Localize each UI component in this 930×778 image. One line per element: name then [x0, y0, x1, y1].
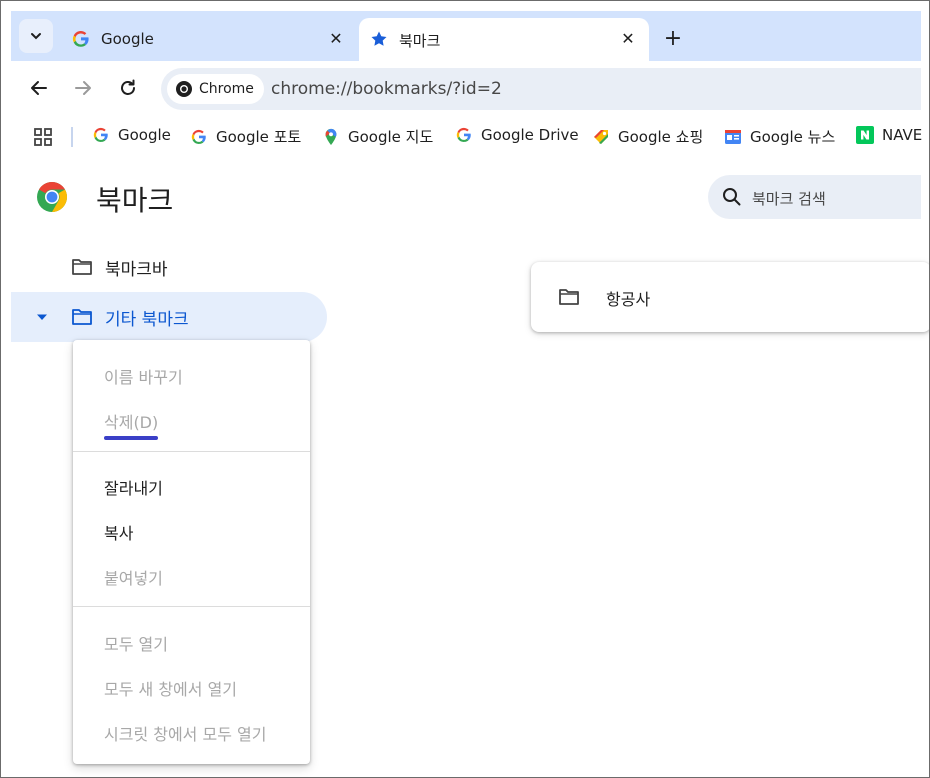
new-tab-button[interactable]: +: [659, 24, 687, 52]
reload-button[interactable]: [113, 73, 143, 103]
bookmark-list: 항공사: [531, 262, 929, 332]
tab-title: 북마크: [399, 32, 441, 50]
chrome-icon: [176, 81, 192, 97]
forward-button[interactable]: [68, 73, 98, 103]
star-icon: [369, 29, 389, 49]
chevron-down-icon: [31, 33, 41, 40]
tree-item-bookmarks-bar[interactable]: 북마크바: [11, 242, 331, 292]
folder-icon: [559, 289, 579, 305]
arrow-left-icon: [31, 81, 47, 95]
bookmark-label: NAVE: [882, 126, 923, 144]
toolbar: Chrome chrome://bookmarks/?id=2: [11, 61, 921, 117]
bookmark-google-news[interactable]: Google 뉴스: [724, 126, 835, 147]
bookmark-label: Google 뉴스: [750, 128, 836, 146]
bookmark-google[interactable]: Google: [92, 126, 171, 144]
list-item[interactable]: 항공사: [531, 262, 929, 332]
tab-strip: Google ✕ 북마크 ✕ +: [11, 11, 921, 61]
google-g-icon: [455, 126, 473, 144]
bookmark-naver[interactable]: NAVE: [856, 126, 922, 144]
menu-item-rename: 이름 바꾸기: [104, 368, 183, 387]
bookmark-google-shopping[interactable]: Google 쇼핑: [592, 126, 703, 147]
google-g-icon: [71, 29, 91, 49]
bookmark-google-maps[interactable]: Google 지도: [322, 126, 433, 147]
url-text: chrome://bookmarks/?id=2: [271, 79, 502, 99]
menu-item-delete: 삭제(D): [104, 413, 159, 432]
bookmark-google-drive[interactable]: Google Drive: [455, 126, 579, 144]
menu-divider: [73, 606, 310, 607]
page-title: 북마크: [96, 184, 174, 217]
tree-item-label: 북마크바: [105, 259, 168, 280]
tab-bookmarks[interactable]: 북마크 ✕: [359, 18, 649, 61]
menu-item-paste: 붙여넣기: [104, 569, 163, 588]
back-button[interactable]: [24, 73, 54, 103]
folder-icon: [72, 259, 92, 275]
bookmark-label: Google Drive: [481, 126, 579, 144]
search-icon: [723, 188, 741, 206]
news-icon: [724, 128, 742, 146]
focus-underline: [104, 436, 158, 440]
menu-item-copy[interactable]: 복사: [104, 520, 133, 544]
apps-grid-icon[interactable]: [33, 127, 53, 147]
menu-item-open-all-new-window: 모두 새 창에서 열기: [104, 680, 238, 699]
chrome-logo-icon: [37, 182, 68, 212]
tree-item-other-bookmarks[interactable]: 기타 북마크: [11, 292, 327, 342]
caret-down-icon[interactable]: [35, 310, 49, 324]
close-tab-icon[interactable]: ✕: [325, 27, 347, 49]
shopping-tag-icon: [592, 128, 610, 146]
bookmarks-bar: Google Google 포토 Google 지도 Google Drive …: [11, 117, 922, 157]
maps-pin-icon: [322, 128, 340, 146]
folder-icon: [72, 309, 92, 325]
browser-window: Google ✕ 북마크 ✕ + Chrome chrome://bookmar…: [0, 0, 930, 778]
site-info-chip[interactable]: Chrome: [167, 74, 264, 104]
chip-label: Chrome: [199, 81, 254, 97]
menu-item-open-all-incognito: 시크릿 창에서 모두 열기: [104, 725, 267, 744]
address-bar[interactable]: Chrome chrome://bookmarks/?id=2: [161, 68, 921, 110]
google-g-icon: [92, 126, 110, 144]
menu-divider: [73, 451, 310, 452]
menu-item-cut[interactable]: 잘라내기: [104, 475, 163, 499]
tree-item-label: 기타 북마크: [105, 309, 189, 330]
bookmark-search-input[interactable]: 북마크 검색: [708, 175, 921, 219]
tab-google[interactable]: Google ✕: [61, 18, 357, 61]
context-menu: 이름 바꾸기 삭제(D) 잘라내기 복사 붙여넣기 모두 열기 모두 새 창에서…: [73, 340, 310, 764]
google-g-icon: [190, 128, 208, 146]
list-item-label: 항공사: [606, 290, 651, 309]
bookmark-label: Google 쇼핑: [618, 128, 704, 146]
bookmarks-separator: [71, 127, 73, 147]
bookmark-google-photos[interactable]: Google 포토: [190, 126, 301, 147]
search-placeholder: 북마크 검색: [752, 190, 826, 208]
arrow-right-icon: [75, 81, 91, 95]
naver-icon: [856, 126, 874, 144]
close-tab-icon[interactable]: ✕: [617, 27, 639, 49]
tab-search-button[interactable]: [19, 19, 53, 53]
reload-icon: [121, 79, 135, 95]
tab-title: Google: [101, 30, 154, 48]
menu-item-open-all: 모두 열기: [104, 635, 168, 654]
bookmark-label: Google 지도: [348, 128, 434, 146]
bookmark-label: Google 포토: [216, 128, 302, 146]
bookmark-label: Google: [118, 126, 171, 144]
